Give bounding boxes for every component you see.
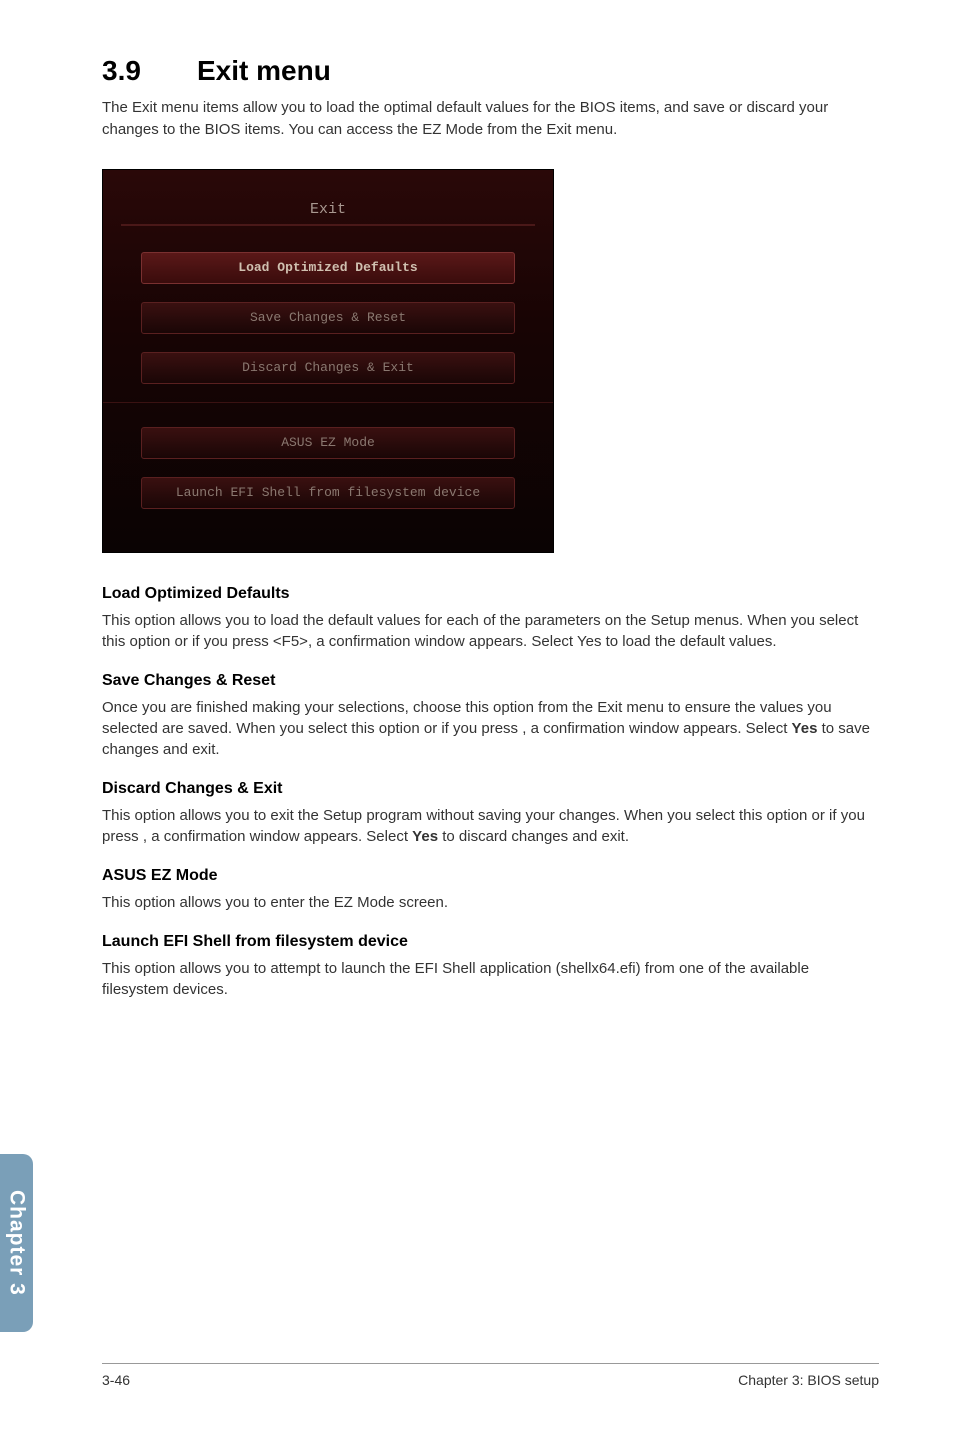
chapter-tab-label: Chapter 3: [5, 1190, 29, 1296]
page-footer: 3-46 Chapter 3: BIOS setup: [102, 1363, 879, 1388]
bios-divider: [103, 402, 553, 403]
subsection-heading: Launch EFI Shell from filesystem device: [102, 933, 879, 951]
section-heading: 3.9Exit menu: [102, 55, 879, 87]
bios-button-label: Save Changes & Reset: [250, 310, 406, 325]
bios-save-reset-button[interactable]: Save Changes & Reset: [141, 302, 515, 334]
bios-title: Exit: [310, 201, 346, 218]
subsection-heading: ASUS EZ Mode: [102, 867, 879, 885]
bios-button-label: Load Optimized Defaults: [238, 260, 417, 275]
bios-button-label: ASUS EZ Mode: [281, 435, 375, 450]
subsection-heading: Discard Changes & Exit: [102, 780, 879, 798]
subsection-body: This option allows you to load the defau…: [102, 610, 879, 652]
subsection-body: This option allows you to exit the Setup…: [102, 805, 879, 847]
subsection-body: Once you are finished making your select…: [102, 697, 879, 760]
bios-efi-shell-button[interactable]: Launch EFI Shell from filesystem device: [141, 477, 515, 509]
bios-discard-exit-button[interactable]: Discard Changes & Exit: [141, 352, 515, 384]
page-number: 3-46: [102, 1372, 130, 1388]
section-title: Exit menu: [197, 55, 331, 86]
intro-paragraph: The Exit menu items allow you to load th…: [102, 97, 879, 141]
footer-chapter-label: Chapter 3: BIOS setup: [738, 1372, 879, 1388]
bios-button-label: Discard Changes & Exit: [242, 360, 414, 375]
bios-exit-screenshot: Exit Load Optimized Defaults Save Change…: [102, 169, 554, 553]
subsection-heading: Load Optimized Defaults: [102, 585, 879, 603]
subsection-body: This option allows you to attempt to lau…: [102, 958, 879, 1000]
bios-load-defaults-button[interactable]: Load Optimized Defaults: [141, 252, 515, 284]
bios-title-bar: Exit: [121, 170, 535, 226]
bios-button-label: Launch EFI Shell from filesystem device: [176, 485, 480, 500]
bios-ez-mode-button[interactable]: ASUS EZ Mode: [141, 427, 515, 459]
subsection-heading: Save Changes & Reset: [102, 672, 879, 690]
section-number: 3.9: [102, 55, 197, 87]
chapter-tab: Chapter 3: [0, 1154, 33, 1332]
subsection-body: This option allows you to enter the EZ M…: [102, 892, 879, 913]
